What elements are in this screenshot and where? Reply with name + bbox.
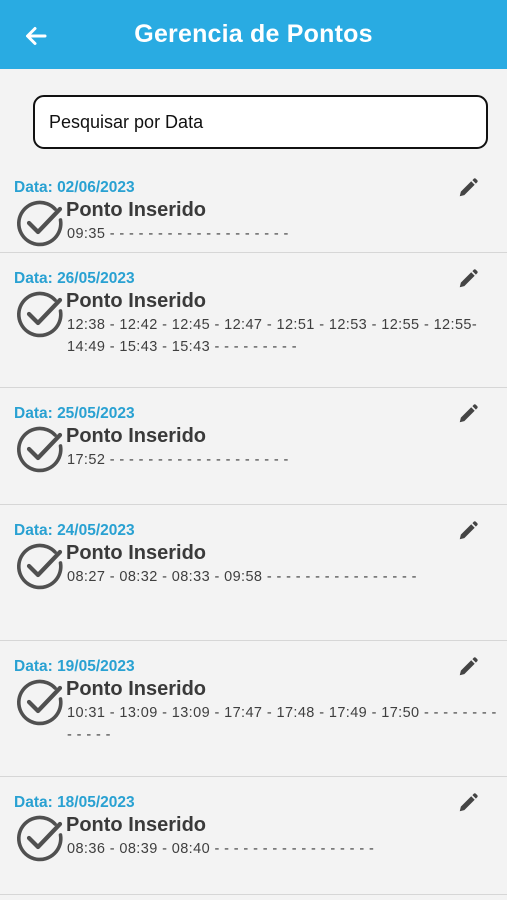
- list-item[interactable]: Data: 02/06/2023 Ponto Inserido 09:35 - …: [0, 162, 507, 253]
- list-item[interactable]: Data: 18/05/2023 Ponto Inserido 08:36 - …: [0, 777, 507, 895]
- app-bar: Gerencia de Pontos: [0, 0, 507, 69]
- record-date: Data: 18/05/2023: [14, 794, 135, 811]
- check-circle-icon: [17, 426, 63, 473]
- record-times: 17:52 - - - - - - - - - - - - - - - - - …: [67, 452, 289, 468]
- edit-button[interactable]: [455, 266, 481, 292]
- record-times: 08:36 - 08:39 - 08:40 - - - - - - - - - …: [67, 841, 375, 857]
- check-circle-icon: [17, 679, 63, 726]
- pencil-icon: [459, 657, 478, 676]
- record-status: Ponto Inserido: [66, 290, 206, 312]
- pencil-icon: [459, 793, 478, 812]
- edit-button[interactable]: [455, 790, 481, 816]
- record-times: 08:27 - 08:32 - 08:33 - 09:58 - - - - - …: [67, 569, 417, 585]
- pencil-icon: [459, 521, 478, 540]
- record-date: Data: 19/05/2023: [14, 658, 135, 675]
- record-status: Ponto Inserido: [66, 425, 206, 447]
- check-circle-icon: [17, 543, 63, 590]
- records-list: Data: 02/06/2023 Ponto Inserido 09:35 - …: [0, 162, 507, 895]
- edit-button[interactable]: [455, 175, 481, 201]
- record-date: Data: 25/05/2023: [14, 405, 135, 422]
- check-circle-icon: [17, 200, 63, 247]
- record-times: 10:31 - 13:09 - 13:09 - 17:47 - 17:48 - …: [67, 705, 497, 743]
- back-button[interactable]: [22, 22, 50, 50]
- record-status: Ponto Inserido: [66, 678, 206, 700]
- record-date: Data: 02/06/2023: [14, 179, 135, 196]
- record-date: Data: 26/05/2023: [14, 270, 135, 287]
- edit-button[interactable]: [455, 401, 481, 427]
- page-title: Gerencia de Pontos: [134, 20, 373, 48]
- check-circle-icon: [17, 815, 63, 862]
- record-status: Ponto Inserido: [66, 814, 206, 836]
- edit-button[interactable]: [455, 654, 481, 680]
- record-times: 12:38 - 12:42 - 12:45 - 12:47 - 12:51 - …: [67, 317, 478, 355]
- record-date: Data: 24/05/2023: [14, 522, 135, 539]
- list-item[interactable]: Data: 19/05/2023 Ponto Inserido 10:31 - …: [0, 641, 507, 777]
- search-input[interactable]: [33, 95, 488, 149]
- arrow-left-icon: [26, 27, 47, 45]
- record-status: Ponto Inserido: [66, 542, 206, 564]
- search-box: [33, 95, 488, 149]
- edit-button[interactable]: [455, 518, 481, 544]
- pencil-icon: [459, 404, 478, 423]
- pencil-icon: [459, 269, 478, 288]
- record-status: Ponto Inserido: [66, 199, 206, 221]
- list-item[interactable]: Data: 26/05/2023 Ponto Inserido 12:38 - …: [0, 253, 507, 388]
- list-item[interactable]: Data: 24/05/2023 Ponto Inserido 08:27 - …: [0, 505, 507, 641]
- record-times: 09:35 - - - - - - - - - - - - - - - - - …: [67, 226, 289, 242]
- check-circle-icon: [17, 291, 63, 338]
- pencil-icon: [459, 178, 478, 197]
- list-item[interactable]: Data: 25/05/2023 Ponto Inserido 17:52 - …: [0, 388, 507, 505]
